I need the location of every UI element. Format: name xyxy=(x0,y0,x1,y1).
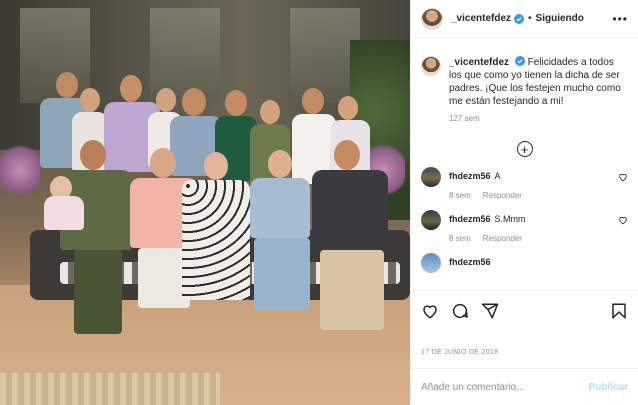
avatar[interactable] xyxy=(421,167,441,187)
comment-username[interactable]: fhdezm56 xyxy=(449,214,491,224)
caption-time: 127 sem xyxy=(449,114,480,123)
bookmark-icon[interactable] xyxy=(610,302,628,320)
comment-input[interactable] xyxy=(421,381,589,393)
heart-icon[interactable] xyxy=(618,172,628,182)
heart-icon[interactable] xyxy=(618,215,628,225)
header-username[interactable]: _vicentefdez xyxy=(451,13,511,24)
comment-time: 8 sem xyxy=(449,234,471,243)
plus-circle-icon[interactable]: + xyxy=(516,141,533,157)
post-photo[interactable] xyxy=(0,0,410,405)
comment-username[interactable]: fhdezm56 xyxy=(449,257,491,267)
verified-badge-icon xyxy=(514,56,525,66)
reply-button[interactable]: Responder xyxy=(483,234,522,243)
post-caption: _vicentefdez Felicidades a todos los que… xyxy=(421,38,628,108)
avatar[interactable] xyxy=(421,253,441,273)
comment-text: A xyxy=(494,171,501,181)
avatar[interactable] xyxy=(421,7,443,30)
comment-text: S.Mmm xyxy=(494,214,526,224)
more-options-icon[interactable]: ••• xyxy=(612,12,628,26)
avatar[interactable] xyxy=(421,56,441,76)
instagram-post: _vicentefdez • Siguiendo ••• _vicentefde… xyxy=(0,0,638,405)
caption-username[interactable]: _vicentefdez xyxy=(449,57,509,68)
add-comment-bar: Publicar xyxy=(411,368,638,405)
post-sidebar: _vicentefdez • Siguiendo ••• _vicentefde… xyxy=(410,0,638,405)
comment-item: fhdezm56 A 8 sem Responder xyxy=(421,167,628,200)
post-actions: 17 DE JUNIO DE 2018 xyxy=(411,290,638,356)
heart-icon[interactable] xyxy=(421,302,439,320)
post-header: _vicentefdez • Siguiendo ••• xyxy=(411,0,638,38)
separator-dot: • xyxy=(528,13,532,24)
following-button[interactable]: Siguiendo xyxy=(536,13,584,24)
reply-button[interactable]: Responder xyxy=(483,191,522,200)
avatar[interactable] xyxy=(421,210,441,230)
comment-item: fhdezm56 xyxy=(421,253,628,273)
comment-icon[interactable] xyxy=(451,302,469,320)
share-icon[interactable] xyxy=(481,302,499,320)
publish-button[interactable]: Publicar xyxy=(589,382,628,393)
post-date: 17 DE JUNIO DE 2018 xyxy=(421,349,499,356)
verified-badge-icon xyxy=(514,13,525,24)
comment-username[interactable]: fhdezm56 xyxy=(449,171,491,181)
comment-time: 8 sem xyxy=(449,191,471,200)
comment-item: fhdezm56 S.Mmm 8 sem Responder xyxy=(421,210,628,243)
comments-section: _vicentefdez Felicidades a todos los que… xyxy=(411,38,638,290)
